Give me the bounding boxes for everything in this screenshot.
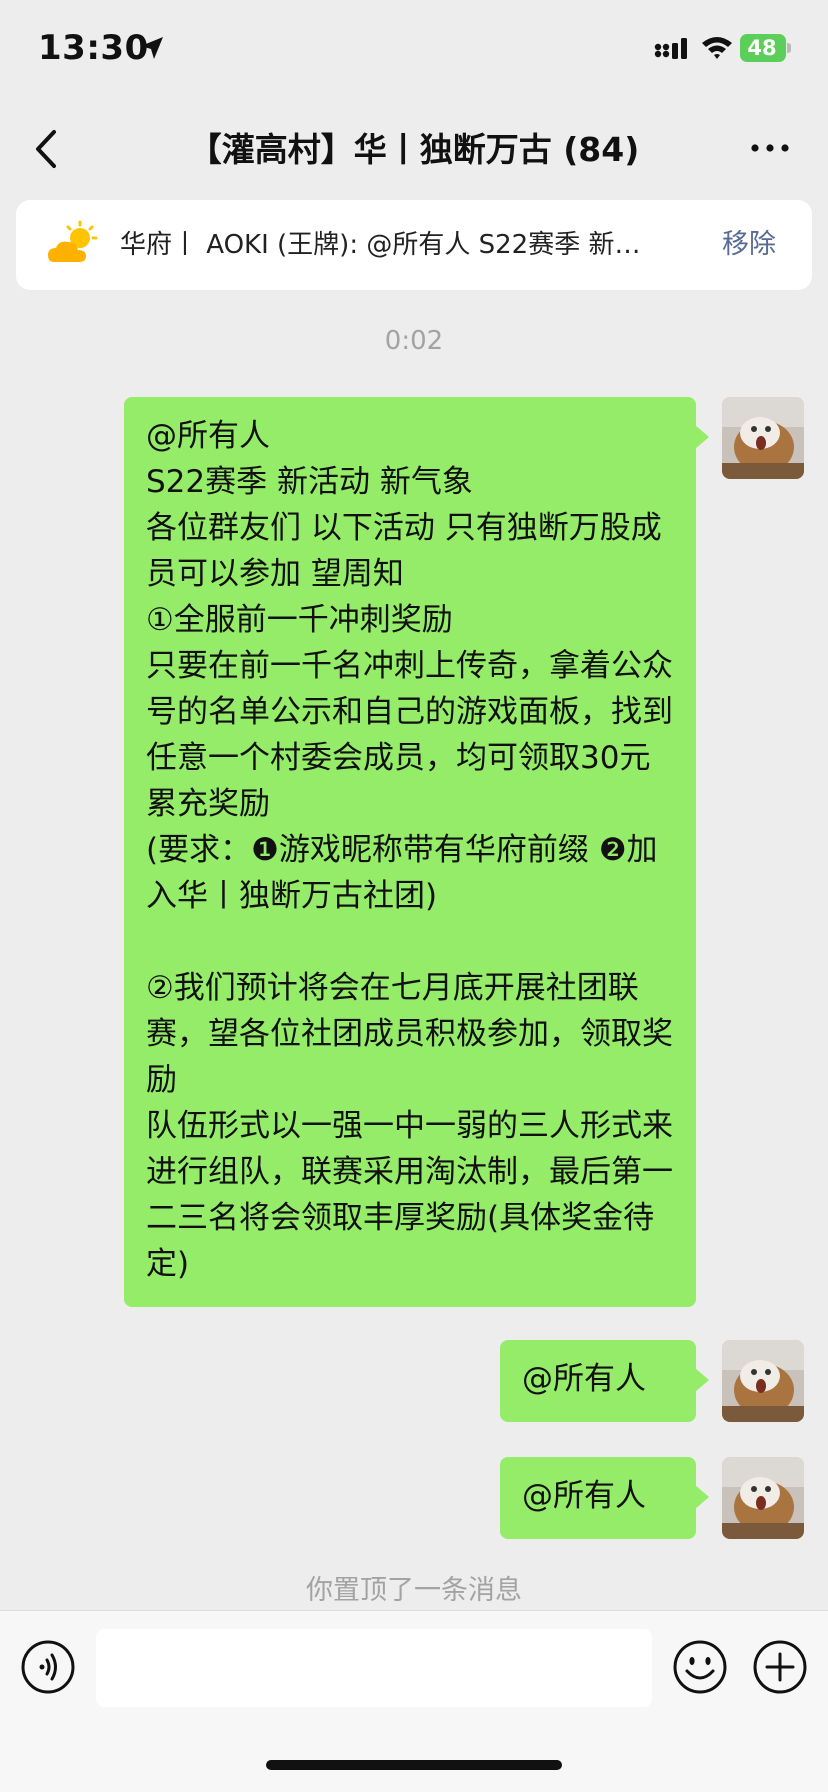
nav-bar: 【灌高村】华丨独断万古 (84) bbox=[0, 100, 828, 200]
message-row: @所有人 S22赛季 新活动 新气象 各位群友们 以下活动 只有独断万股成员可以… bbox=[124, 397, 804, 1307]
message-bubble[interactable]: @所有人 bbox=[500, 1340, 709, 1422]
remove-pin-button[interactable]: 移除 bbox=[722, 200, 776, 290]
home-indicator bbox=[266, 1760, 562, 1770]
voice-icon[interactable] bbox=[20, 1639, 76, 1695]
chat-area[interactable]: 0:02 @所有人 S22赛季 新活动 新气象 各位群友们 以下活动 只有独断万… bbox=[0, 300, 828, 1610]
battery-icon: 48 bbox=[740, 34, 791, 62]
message-timestamp: 0:02 bbox=[384, 326, 444, 356]
battery-level: 48 bbox=[747, 36, 777, 60]
sun-cloud-icon bbox=[48, 220, 98, 262]
chat-title: 【灌高村】华丨独断万古 (84) bbox=[188, 130, 640, 169]
system-note: 你置顶了一条消息 bbox=[306, 1575, 522, 1606]
avatar[interactable] bbox=[722, 397, 804, 479]
avatar[interactable] bbox=[722, 1340, 804, 1422]
message-bubble[interactable]: @所有人 S22赛季 新活动 新气象 各位群友们 以下活动 只有独断万股成员可以… bbox=[124, 397, 709, 1307]
pinned-message-text: 华府丨 AOKI (王牌): @所有人 S22赛季 新… bbox=[120, 230, 641, 260]
emoji-icon[interactable] bbox=[672, 1639, 728, 1695]
location-arrow-icon bbox=[141, 37, 163, 59]
message-input[interactable] bbox=[96, 1629, 652, 1707]
message-row: @所有人 bbox=[500, 1340, 804, 1422]
message-bubble[interactable]: @所有人 bbox=[500, 1457, 709, 1539]
wifi-icon bbox=[702, 37, 732, 59]
more-dots-icon[interactable] bbox=[750, 138, 790, 158]
pinned-message-banner[interactable]: 华府丨 AOKI (王牌): @所有人 S22赛季 新… 移除 bbox=[16, 200, 812, 290]
message-row: @所有人 bbox=[500, 1457, 804, 1539]
signal-icon bbox=[654, 38, 687, 59]
status-time: 13:30 bbox=[38, 28, 149, 68]
status-bar: 13:30 48 bbox=[0, 0, 828, 100]
plus-icon[interactable] bbox=[752, 1639, 808, 1695]
avatar[interactable] bbox=[722, 1457, 804, 1539]
back-chevron-icon[interactable] bbox=[28, 124, 68, 174]
